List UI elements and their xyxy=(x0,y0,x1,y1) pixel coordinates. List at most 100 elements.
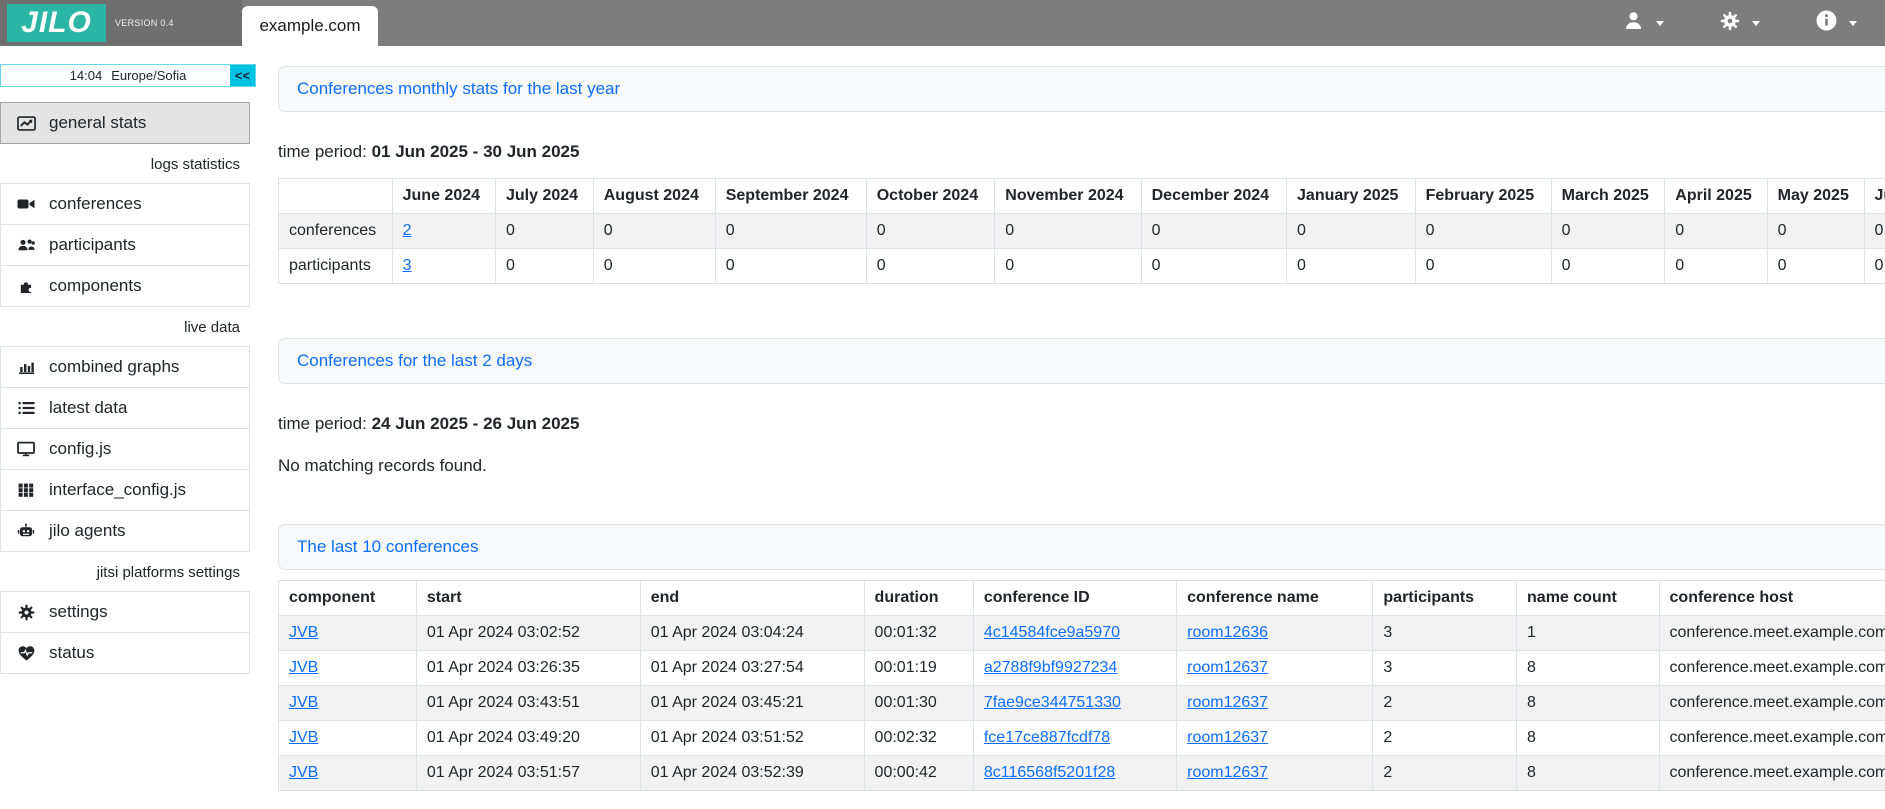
conference-name-link[interactable]: room12636 xyxy=(1187,624,1268,641)
time-period-value: 01 Jun 2025 - 30 Jun 2025 xyxy=(372,142,580,161)
row-label-header xyxy=(279,179,393,214)
cell-conference-id: fce17ce887fcdf78 xyxy=(973,721,1176,756)
info-menu[interactable] xyxy=(1816,10,1857,36)
column-header: conference ID xyxy=(973,581,1176,616)
sidebar-item-combined-graphs[interactable]: combined graphs xyxy=(0,346,250,388)
clock-time: 14:04 xyxy=(70,68,103,83)
cell-component: JVB xyxy=(279,721,417,756)
video-camera-icon xyxy=(16,196,36,212)
cell-duration: 00:01:19 xyxy=(864,651,973,686)
cell-end: 01 Apr 2024 03:52:39 xyxy=(640,756,864,791)
conference-name-link[interactable]: room12637 xyxy=(1187,694,1268,711)
table-row: JVB 01 Apr 2024 03:02:52 01 Apr 2024 03:… xyxy=(279,616,1885,651)
cell-conference-name: room12637 xyxy=(1177,756,1373,791)
top-bar-menus xyxy=(1623,0,1885,46)
component-link[interactable]: JVB xyxy=(289,659,318,676)
cell-start: 01 Apr 2024 03:51:57 xyxy=(416,756,640,791)
column-header: July 2024 xyxy=(495,179,593,214)
monthly-stats-table: June 2024 July 2024 August 2024 Septembe… xyxy=(278,178,1885,284)
conference-id-link[interactable]: 4c14584fce9a5970 xyxy=(984,624,1120,641)
conference-id-link[interactable]: 8c116568f5201f28 xyxy=(984,764,1115,781)
sidebar-item-label: status xyxy=(49,643,94,663)
sidebar-item-status[interactable]: status xyxy=(0,632,250,674)
participants-count-link[interactable]: 3 xyxy=(403,257,412,274)
conference-name-link[interactable]: room12637 xyxy=(1187,764,1268,781)
table-row: JVB 01 Apr 2024 03:26:35 01 Apr 2024 03:… xyxy=(279,651,1885,686)
cell-name-count: 8 xyxy=(1517,686,1660,721)
sidebar-item-label: config.js xyxy=(49,439,111,459)
monthly-stats-title[interactable]: Conferences monthly stats for the last y… xyxy=(297,79,620,99)
settings-menu[interactable] xyxy=(1720,11,1760,36)
cell: 0 xyxy=(593,214,715,249)
component-link[interactable]: JVB xyxy=(289,624,318,641)
cell: 0 xyxy=(715,249,866,284)
sidebar-item-config-js[interactable]: config.js xyxy=(0,428,250,470)
sidebar-section-live-data: live data xyxy=(0,307,250,347)
table-row: JVB 01 Apr 2024 03:43:51 01 Apr 2024 03:… xyxy=(279,686,1885,721)
sidebar-item-label: jilo agents xyxy=(49,521,126,541)
component-link[interactable]: JVB xyxy=(289,694,318,711)
cell: 0 xyxy=(1415,249,1551,284)
sidebar-item-latest-data[interactable]: latest data xyxy=(0,387,250,429)
cell: 2 xyxy=(392,214,495,249)
bar-chart-icon xyxy=(16,359,36,375)
sidebar-item-conferences[interactable]: conferences xyxy=(0,183,250,225)
sidebar-collapse-button[interactable]: << xyxy=(230,65,255,86)
tab-example-com[interactable]: example.com xyxy=(242,6,378,46)
table-row: participants 3 0 0 0 0 0 0 0 0 0 0 0 0 xyxy=(279,249,1885,284)
user-menu[interactable] xyxy=(1623,10,1664,36)
jilo-logo: JILO xyxy=(7,4,106,42)
sidebar-item-jilo-agents[interactable]: jilo agents xyxy=(0,510,250,552)
top-bar: JILO VERSION 0.4 example.com xyxy=(0,0,1885,46)
conference-id-link[interactable]: a2788f9bf9927234 xyxy=(984,659,1117,676)
last-two-days-title[interactable]: Conferences for the last 2 days xyxy=(297,351,532,371)
last-ten-title[interactable]: The last 10 conferences xyxy=(297,537,478,557)
last-two-days-time-period: time period: 24 Jun 2025 - 26 Jun 2025 xyxy=(278,414,1885,434)
list-icon xyxy=(16,401,36,415)
cell-conference-name: room12636 xyxy=(1177,616,1373,651)
cell-host: conference.meet.example.com xyxy=(1659,756,1885,791)
conference-name-link[interactable]: room12637 xyxy=(1187,659,1268,676)
cell: 0 xyxy=(1141,214,1286,249)
cell-host: conference.meet.example.com xyxy=(1659,616,1885,651)
version-label: VERSION 0.4 xyxy=(115,18,174,28)
monthly-time-period: time period: 01 Jun 2025 - 30 Jun 2025 xyxy=(278,142,1885,162)
component-link[interactable]: JVB xyxy=(289,729,318,746)
column-header: March 2025 xyxy=(1551,179,1665,214)
gear-icon xyxy=(16,604,36,621)
conference-id-link[interactable]: fce17ce887fcdf78 xyxy=(984,729,1110,746)
clock-widget: 14:04 Europe/Sofia << xyxy=(0,64,256,87)
cell-host: conference.meet.example.com xyxy=(1659,651,1885,686)
table-row: conferences 2 0 0 0 0 0 0 0 0 0 0 0 0 xyxy=(279,214,1885,249)
sidebar-item-interface-config-js[interactable]: interface_config.js xyxy=(0,469,250,511)
cell-conference-name: room12637 xyxy=(1177,686,1373,721)
chevron-down-icon xyxy=(1656,21,1664,26)
conference-name-link[interactable]: room12637 xyxy=(1187,729,1268,746)
column-header: November 2024 xyxy=(995,179,1141,214)
cell-participants: 3 xyxy=(1373,616,1517,651)
sidebar-item-participants[interactable]: participants xyxy=(0,224,250,266)
cell-start: 01 Apr 2024 03:02:52 xyxy=(416,616,640,651)
conference-id-link[interactable]: 7fae9ce344751330 xyxy=(984,694,1121,711)
sidebar-item-components[interactable]: components xyxy=(0,265,250,307)
conferences-count-link[interactable]: 2 xyxy=(403,222,412,239)
sidebar-section-jitsi-platforms-settings: jitsi platforms settings xyxy=(0,552,250,592)
sidebar-item-label: settings xyxy=(49,602,108,622)
cell-conference-name: room12637 xyxy=(1177,721,1373,756)
cell: 0 xyxy=(1287,249,1416,284)
sidebar-item-settings[interactable]: settings xyxy=(0,591,250,633)
cell-conference-name: room12637 xyxy=(1177,651,1373,686)
last-conferences-table: component start end duration conference … xyxy=(278,580,1885,791)
time-period-label: time period: xyxy=(278,414,367,433)
chevron-down-icon xyxy=(1849,21,1857,26)
heart-pulse-icon xyxy=(16,645,36,661)
sidebar-item-label: interface_config.js xyxy=(49,480,186,500)
cell: 0 xyxy=(1864,249,1885,284)
column-header: August 2024 xyxy=(593,179,715,214)
cell-name-count: 8 xyxy=(1517,756,1660,791)
sidebar-item-label: conferences xyxy=(49,194,142,214)
component-link[interactable]: JVB xyxy=(289,764,318,781)
no-records-message: No matching records found. xyxy=(278,456,1885,476)
cell-component: JVB xyxy=(279,651,417,686)
sidebar-item-general-stats[interactable]: general stats xyxy=(0,102,250,144)
